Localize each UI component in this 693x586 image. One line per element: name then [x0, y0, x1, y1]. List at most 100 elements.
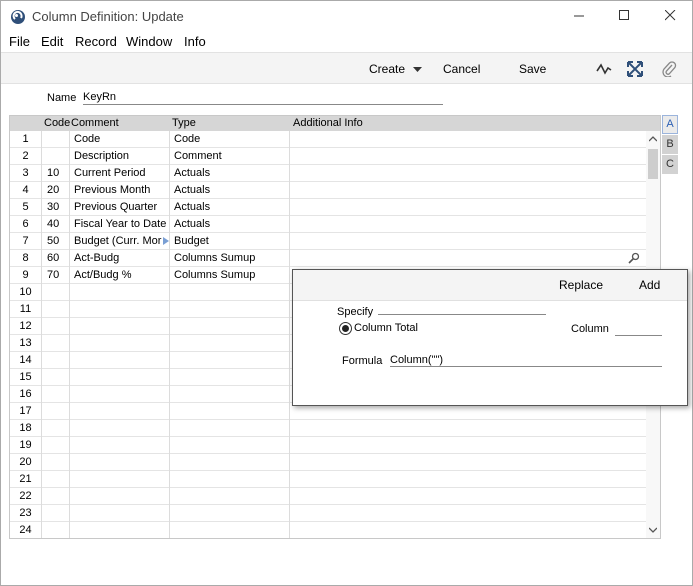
type-cell[interactable]: Budget	[170, 233, 290, 250]
type-cell[interactable]	[170, 454, 290, 471]
additional-info-cell[interactable]	[290, 454, 646, 471]
table-row[interactable]: 20	[10, 454, 646, 471]
additional-info-cell[interactable]	[290, 505, 646, 522]
type-cell[interactable]	[170, 284, 290, 301]
type-cell[interactable]	[170, 505, 290, 522]
type-cell[interactable]	[170, 403, 290, 420]
comment-cell[interactable]: Previous Month	[70, 182, 170, 199]
table-row[interactable]: 1 Code Code	[10, 131, 646, 148]
create-button[interactable]: Create	[369, 62, 423, 76]
cancel-button[interactable]: Cancel	[443, 62, 480, 76]
type-cell[interactable]	[170, 471, 290, 488]
tab-b[interactable]: B	[662, 135, 678, 154]
code-cell[interactable]	[42, 148, 70, 165]
table-row[interactable]: 4 20 Previous Month Actuals	[10, 182, 646, 199]
comment-cell[interactable]	[70, 454, 170, 471]
formula-field[interactable]: Column("")	[390, 354, 662, 367]
code-cell[interactable]: 40	[42, 216, 70, 233]
type-cell[interactable]	[170, 369, 290, 386]
type-cell[interactable]	[170, 437, 290, 454]
comment-cell[interactable]	[70, 505, 170, 522]
table-row[interactable]: 8 60 Act-Budg Columns Sumup	[10, 250, 646, 267]
table-row[interactable]: 19	[10, 437, 646, 454]
table-row[interactable]: 2 Description Comment	[10, 148, 646, 165]
type-cell[interactable]: Columns Sumup	[170, 267, 290, 284]
table-row[interactable]: 6 40 Fiscal Year to Date Actuals	[10, 216, 646, 233]
code-cell[interactable]	[42, 318, 70, 335]
comment-cell[interactable]	[70, 369, 170, 386]
maximize-button[interactable]	[609, 5, 639, 27]
type-cell[interactable]	[170, 522, 290, 538]
column-total-radio[interactable]	[339, 322, 352, 335]
close-button[interactable]	[655, 5, 685, 27]
code-cell[interactable]: 10	[42, 165, 70, 182]
additional-info-cell[interactable]	[290, 250, 646, 267]
comment-cell[interactable]	[70, 471, 170, 488]
code-cell[interactable]	[42, 437, 70, 454]
code-cell[interactable]	[42, 369, 70, 386]
comment-cell[interactable]	[70, 335, 170, 352]
type-cell[interactable]: Columns Sumup	[170, 250, 290, 267]
type-cell[interactable]: Actuals	[170, 216, 290, 233]
code-cell[interactable]	[42, 131, 70, 148]
type-cell[interactable]	[170, 318, 290, 335]
additional-info-cell[interactable]	[290, 216, 646, 233]
menu-file[interactable]: File	[9, 34, 30, 49]
table-row[interactable]: 3 10 Current Period Actuals	[10, 165, 646, 182]
type-cell[interactable]: Actuals	[170, 165, 290, 182]
additional-info-cell[interactable]	[290, 199, 646, 216]
code-cell[interactable]	[42, 522, 70, 538]
code-cell[interactable]	[42, 420, 70, 437]
code-cell[interactable]: 60	[42, 250, 70, 267]
menu-record[interactable]: Record	[75, 34, 117, 49]
replace-button[interactable]: Replace	[559, 278, 603, 292]
comment-cell[interactable]	[70, 420, 170, 437]
code-cell[interactable]	[42, 505, 70, 522]
type-cell[interactable]	[170, 335, 290, 352]
menu-edit[interactable]: Edit	[41, 34, 63, 49]
menu-info[interactable]: Info	[184, 34, 206, 49]
code-cell[interactable]	[42, 386, 70, 403]
table-row[interactable]: 7 50 Budget (Curr. Mor Budget	[10, 233, 646, 250]
name-field[interactable]: KeyRn	[83, 91, 443, 105]
additional-info-cell[interactable]	[290, 522, 646, 538]
expand-icon[interactable]	[627, 61, 643, 77]
comment-cell[interactable]	[70, 352, 170, 369]
comment-cell[interactable]: Previous Quarter	[70, 199, 170, 216]
table-row[interactable]: 5 30 Previous Quarter Actuals	[10, 199, 646, 216]
comment-cell[interactable]: Description	[70, 148, 170, 165]
table-row[interactable]: 18	[10, 420, 646, 437]
code-cell[interactable]	[42, 403, 70, 420]
type-cell[interactable]	[170, 420, 290, 437]
code-cell[interactable]: 70	[42, 267, 70, 284]
table-row[interactable]: 24	[10, 522, 646, 538]
add-button[interactable]: Add	[639, 278, 660, 292]
code-cell[interactable]	[42, 471, 70, 488]
additional-info-cell[interactable]	[290, 131, 646, 148]
comment-cell[interactable]	[70, 284, 170, 301]
table-row[interactable]: 23	[10, 505, 646, 522]
comment-cell[interactable]	[70, 403, 170, 420]
comment-cell[interactable]: Act/Budg %	[70, 267, 170, 284]
additional-info-cell[interactable]	[290, 148, 646, 165]
code-cell[interactable]	[42, 488, 70, 505]
scroll-down-icon[interactable]	[649, 526, 657, 534]
additional-info-cell[interactable]	[290, 471, 646, 488]
minimize-button[interactable]	[564, 5, 594, 27]
code-cell[interactable]	[42, 454, 70, 471]
comment-cell[interactable]	[70, 488, 170, 505]
comment-cell[interactable]	[70, 522, 170, 538]
type-cell[interactable]	[170, 488, 290, 505]
comment-cell[interactable]: Act-Budg	[70, 250, 170, 267]
code-cell[interactable]	[42, 284, 70, 301]
row-arrow-icon[interactable]	[163, 237, 169, 245]
additional-info-cell[interactable]	[290, 437, 646, 454]
code-cell[interactable]: 20	[42, 182, 70, 199]
comment-cell[interactable]: Fiscal Year to Date	[70, 216, 170, 233]
type-cell[interactable]: Code	[170, 131, 290, 148]
additional-info-cell[interactable]	[290, 420, 646, 437]
table-row[interactable]: 22	[10, 488, 646, 505]
code-cell[interactable]: 30	[42, 199, 70, 216]
comment-cell[interactable]	[70, 301, 170, 318]
code-cell[interactable]	[42, 301, 70, 318]
